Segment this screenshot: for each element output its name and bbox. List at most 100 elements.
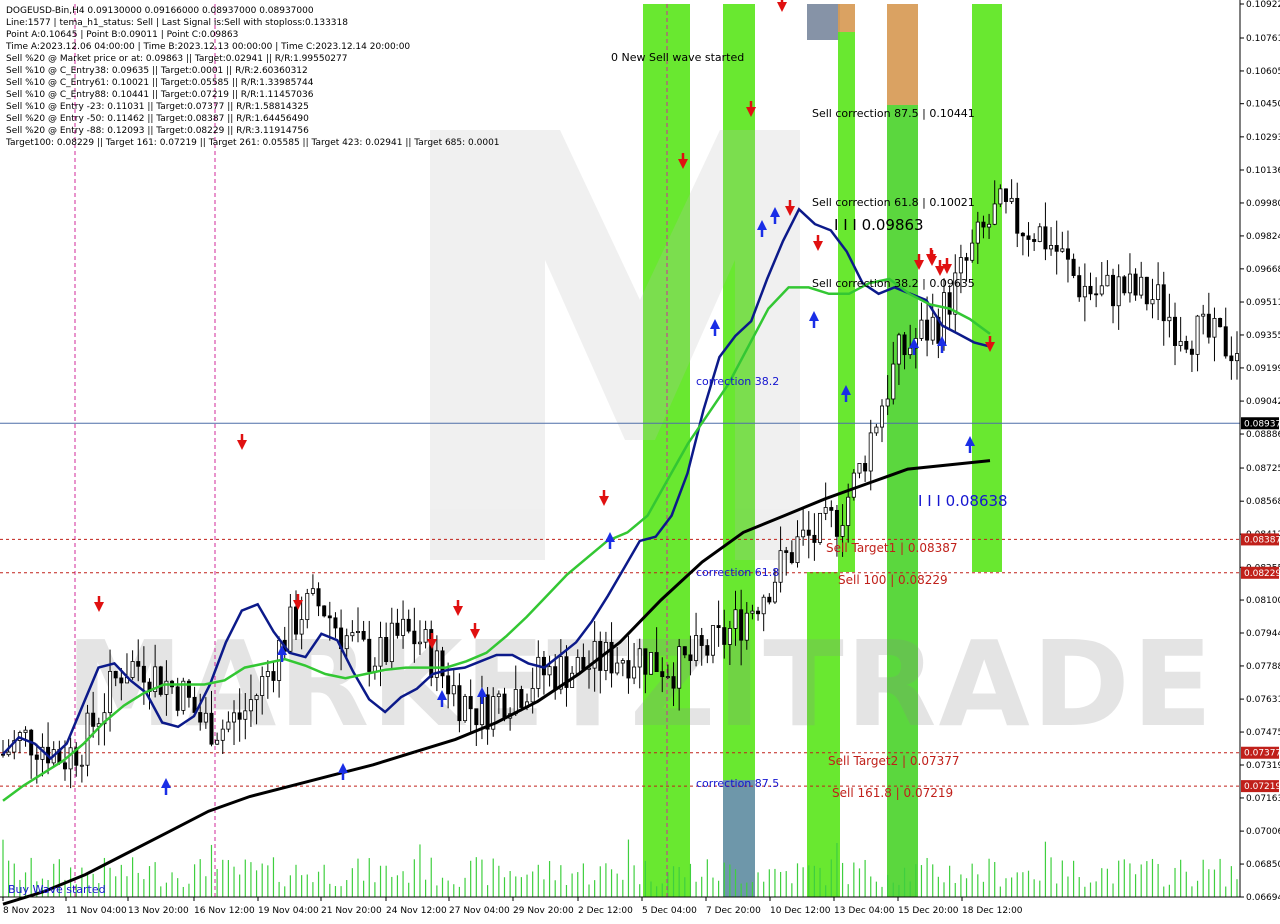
time-tick-label: 19 Nov 04:00 <box>258 906 319 916</box>
candle-body <box>648 652 653 675</box>
candle-body <box>496 693 501 697</box>
time-tick-label: 16 Nov 12:00 <box>194 906 255 916</box>
candle-body <box>710 625 715 656</box>
candle-body <box>603 641 608 671</box>
candle-body <box>1060 248 1065 252</box>
candle-body <box>891 363 896 400</box>
candle-body <box>119 677 124 684</box>
candle-body <box>395 622 400 636</box>
time-tick-label: 27 Nov 04:00 <box>449 906 510 916</box>
candle-body <box>1184 340 1189 350</box>
candle-body <box>981 221 986 228</box>
candle-body <box>158 666 163 695</box>
candle-body <box>733 609 738 629</box>
time-tick-label: 21 Nov 20:00 <box>321 906 382 916</box>
chart-annotation: 0 New Sell wave started <box>611 51 744 64</box>
candle-body <box>992 203 997 225</box>
candle-body <box>1235 353 1240 362</box>
candle-body <box>513 689 518 715</box>
price-tick-label: 0.10605 <box>1246 67 1280 77</box>
candle-body <box>310 588 315 594</box>
candle-body <box>863 463 868 472</box>
current-price-label: 0.08937 <box>1244 419 1280 429</box>
candle-body <box>902 334 907 356</box>
price-tick-label: 0.07788 <box>1246 662 1280 672</box>
price-tick-label: 0.09199 <box>1246 364 1280 374</box>
candle-body <box>260 676 265 696</box>
time-tick-label: 10 Dec 12:00 <box>770 906 831 916</box>
candle-body <box>908 347 913 356</box>
candle-body <box>79 764 84 767</box>
candle-body <box>333 617 338 629</box>
info-line: Sell %10 @ C_Entry88: 0.10441 || Target:… <box>6 90 314 100</box>
candle-body <box>998 188 1003 205</box>
candle-body <box>885 398 890 407</box>
candle-body <box>1133 273 1138 296</box>
candle-body <box>220 728 225 741</box>
signal-zone <box>807 4 840 40</box>
candle-body <box>485 694 490 730</box>
info-line: Sell %10 @ C_Entry61: 0.10021 || Target:… <box>6 78 314 88</box>
candle-body <box>1082 285 1087 298</box>
candle-body <box>23 729 28 733</box>
candle-body <box>1032 239 1037 242</box>
candle-body <box>637 648 642 668</box>
candle-body <box>1218 318 1223 328</box>
candle-body <box>919 319 924 339</box>
candle-body <box>423 629 428 643</box>
time-tick-label: 29 Nov 20:00 <box>513 906 574 916</box>
level-price-label: 0.08229 <box>1244 569 1280 579</box>
candle-body <box>1003 188 1008 202</box>
candle-body <box>237 712 242 720</box>
candle-body <box>975 221 980 244</box>
candle-body <box>896 334 901 365</box>
candle-body <box>265 671 270 677</box>
candle-body <box>1139 276 1144 296</box>
candle-body <box>1043 226 1048 250</box>
info-line: Line:1577 | tema_h1_status: Sell | Last … <box>6 18 348 28</box>
candle-body <box>474 708 479 726</box>
candle-body <box>457 685 462 722</box>
candle-body <box>164 680 169 695</box>
candle-body <box>615 662 620 674</box>
time-tick-label: 13 Nov 20:00 <box>128 906 189 916</box>
candle-body <box>880 405 885 428</box>
candle-body <box>68 747 73 770</box>
candle-body <box>688 654 693 661</box>
candle-body <box>846 496 851 526</box>
chart-annotation: Sell correction 61.8 | 0.10021 <box>812 196 975 209</box>
candle-body <box>209 712 214 745</box>
candle-body <box>626 660 631 679</box>
candle-body <box>1178 340 1183 346</box>
price-tick-label: 0.10450 <box>1246 100 1280 110</box>
candle-body <box>248 699 253 712</box>
candle-body <box>1065 248 1070 260</box>
candle-body <box>305 593 310 621</box>
candle-body <box>744 612 749 641</box>
candle-body <box>958 257 963 274</box>
candle-body <box>722 627 727 645</box>
signal-zone <box>838 4 855 32</box>
candle-body <box>389 622 394 663</box>
candle-body <box>1009 197 1014 202</box>
candle-body <box>519 689 524 708</box>
chart-annotation: correction 87.5 <box>696 777 779 790</box>
candle-body <box>288 606 293 652</box>
candle-body <box>1201 313 1206 317</box>
candle-body <box>941 292 946 344</box>
price-tick-label: 0.09355 <box>1246 331 1280 341</box>
candle-body <box>851 472 856 498</box>
candle-body <box>226 721 231 730</box>
candle-body <box>756 610 761 615</box>
chart-annotation: Sell 100 | 0.08229 <box>838 573 948 587</box>
candle-body <box>141 665 146 683</box>
price-tick-label: 0.07631 <box>1246 695 1280 705</box>
candle-body <box>108 670 113 714</box>
candle-body <box>1088 285 1093 295</box>
candle-body <box>1223 326 1228 357</box>
chart-area: MARKETZITRADE 0 New Sell wave started Sel… <box>0 0 1280 920</box>
candle-body <box>665 676 670 678</box>
info-line: Point A:0.10645 | Point B:0.09011 | Poin… <box>6 30 238 40</box>
candle-body <box>1122 276 1127 294</box>
candle-body <box>6 751 11 756</box>
